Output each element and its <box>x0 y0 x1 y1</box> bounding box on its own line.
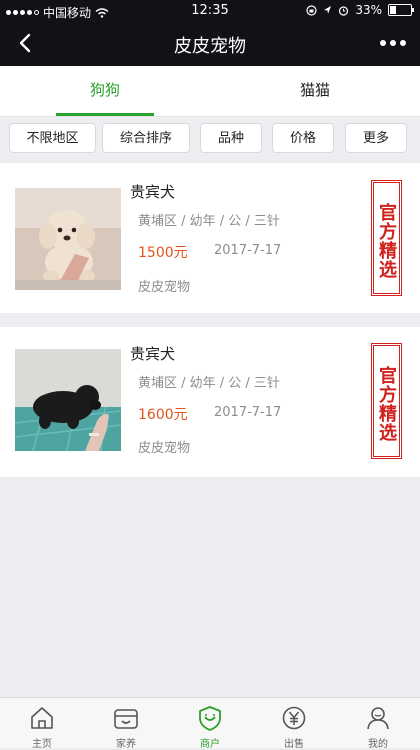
yen-icon <box>282 706 306 730</box>
page-title: 皮皮宠物 <box>174 36 246 57</box>
tab-label: 猫猫 <box>299 81 330 99</box>
filter-bar: 不限地区 综合排序 品种 价格 更多 <box>0 117 420 161</box>
bottom-tab-home[interactable]: 主页 <box>0 698 84 750</box>
location-icon <box>324 6 332 14</box>
bottom-tab-label: 主页 <box>32 739 52 750</box>
tab-cats[interactable]: 猫猫 <box>210 66 420 116</box>
filter-price-button[interactable]: 价格 <box>272 123 334 153</box>
shop-name: 皮皮宠物 <box>138 441 191 456</box>
pet-attributes: 黄埔区 / 幼年 / 公 / 三针 <box>138 376 280 391</box>
pet-name: 贵宾犬 <box>130 183 176 201</box>
filter-sort-button[interactable]: 综合排序 <box>102 123 190 153</box>
alarm-icon <box>339 5 349 16</box>
tab-label: 狗狗 <box>89 81 120 99</box>
listing-date: 2017-7-17 <box>214 405 282 420</box>
profile-icon <box>367 707 389 730</box>
bottom-tab-label: 商户 <box>200 739 220 750</box>
pet-attributes: 黄埔区 / 幼年 / 公 / 三针 <box>138 214 280 229</box>
home-icon <box>31 707 53 729</box>
pet-photo <box>15 188 121 290</box>
more-options-icon[interactable] <box>380 40 406 46</box>
battery-percent: 33% <box>355 3 382 17</box>
household-icon <box>114 709 138 729</box>
official-pick-stamp: 官方精选 <box>371 343 402 459</box>
bottom-tab-label: 家养 <box>116 739 136 750</box>
battery-icon <box>388 4 414 16</box>
listing-card[interactable]: 贵宾犬 黄埔区 / 幼年 / 公 / 三针 1600元 2017-7-17 皮皮… <box>0 327 420 477</box>
pet-price: 1500元 <box>138 245 188 261</box>
category-tabs: 狗狗 猫猫 <box>0 66 420 117</box>
bottom-tab-sell[interactable]: 出售 <box>252 698 336 750</box>
orientation-lock-icon <box>306 4 317 16</box>
listing-date: 2017-7-17 <box>214 243 282 258</box>
bottom-tab-label: 我的 <box>368 739 388 750</box>
shop-name: 皮皮宠物 <box>138 280 191 295</box>
bottom-tab-merchant[interactable]: 商户 <box>168 698 252 750</box>
tab-dogs[interactable]: 狗狗 <box>0 66 210 116</box>
filter-more-button[interactable]: 更多 <box>345 123 407 153</box>
pet-price: 1600元 <box>138 407 188 423</box>
bottom-tab-bar: 主页 家养 商户 出售 我的 <box>0 697 420 750</box>
nav-bar: 皮皮宠物 <box>0 22 420 66</box>
status-bar: 中国移动 12:35 33% <box>0 0 420 22</box>
filter-breed-button[interactable]: 品种 <box>200 123 262 153</box>
bottom-tab-label: 出售 <box>284 739 304 750</box>
bottom-tab-mine[interactable]: 我的 <box>336 698 420 750</box>
merchant-shield-icon <box>199 706 221 731</box>
official-pick-stamp: 官方精选 <box>371 180 402 296</box>
active-tab-indicator <box>56 113 154 116</box>
listing-card[interactable]: 贵宾犬 黄埔区 / 幼年 / 公 / 三针 1500元 2017-7-17 皮皮… <box>0 163 420 313</box>
filter-region-button[interactable]: 不限地区 <box>9 123 96 153</box>
bottom-tab-household[interactable]: 家养 <box>84 698 168 750</box>
pet-name: 贵宾犬 <box>130 345 176 363</box>
pet-photo <box>15 349 121 451</box>
